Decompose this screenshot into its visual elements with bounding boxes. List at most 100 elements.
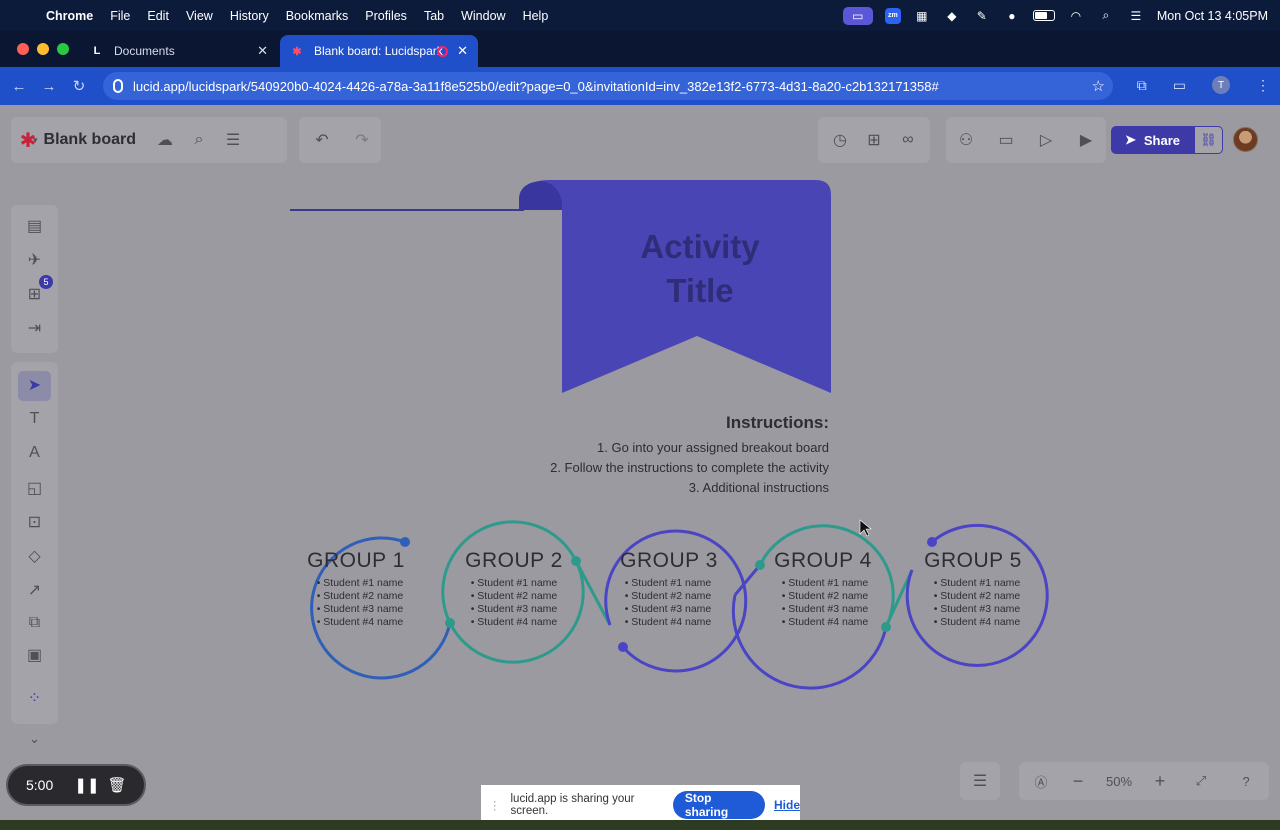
student-name[interactable]: • Student #2 name	[439, 590, 589, 602]
student-name[interactable]: • Student #1 name	[593, 577, 743, 589]
group-title[interactable]: GROUP 1	[281, 549, 431, 573]
instruction-item[interactable]: 1. Go into your assigned breakout board	[440, 440, 829, 455]
menubar-clock[interactable]: Mon Oct 13 4:05PM	[1157, 9, 1268, 23]
github-icon[interactable]: ●	[1003, 9, 1021, 23]
desktop-strip	[0, 820, 1280, 830]
more-menu-icon[interactable]: ⋮	[1256, 77, 1270, 94]
menu-view[interactable]: View	[186, 9, 213, 23]
instruction-item[interactable]: 3. Additional instructions	[440, 480, 829, 495]
instructions-heading[interactable]: Instructions:	[520, 413, 829, 433]
node-dot	[618, 642, 628, 652]
zoom-in-icon[interactable]: +	[1145, 771, 1175, 792]
group-title[interactable]: GROUP 5	[898, 549, 1048, 573]
student-name[interactable]: • Student #3 name	[439, 603, 589, 615]
outline-button[interactable]: ☰	[960, 762, 1000, 800]
sharing-message: lucid.app is sharing your screen.	[510, 793, 635, 817]
control-center-icon[interactable]: ☰	[1127, 9, 1145, 23]
extensions-icon[interactable]: ⧉	[1137, 77, 1147, 94]
lucid-icon: L	[93, 45, 101, 57]
tab-title: Blank board: Lucidspark	[314, 44, 443, 58]
zoom-controls: Ⓐ − 50% + ⤢ ?	[1019, 762, 1269, 800]
tools-icon[interactable]: ✎	[973, 9, 991, 23]
menu-help[interactable]: Help	[523, 9, 549, 23]
screen-share-notification: ⋮ lucid.app is sharing your screen. Stop…	[481, 785, 800, 825]
instruction-item[interactable]: 2. Follow the instructions to complete t…	[440, 460, 829, 475]
forward-icon[interactable]: →	[34, 78, 64, 95]
wifi-icon[interactable]: ◠	[1067, 9, 1085, 23]
menu-history[interactable]: History	[230, 9, 269, 23]
microphone-icon	[113, 79, 123, 93]
minimize-window-button[interactable]	[37, 43, 49, 55]
maximize-window-button[interactable]	[57, 43, 69, 55]
tab-blank-board[interactable]: ✱ Blank board: Lucidspark ✕	[280, 35, 478, 67]
menu-file[interactable]: File	[110, 9, 130, 23]
url-text: lucid.app/lucidspark/540920b0-4024-4426-…	[133, 78, 939, 94]
activity-title-line-1: Activity	[640, 228, 760, 265]
activity-title-line-2: Title	[666, 272, 734, 309]
student-name[interactable]: • Student #2 name	[285, 590, 435, 602]
battery-icon[interactable]	[1032, 10, 1055, 21]
stop-sharing-button[interactable]: Stop sharing	[672, 791, 765, 819]
student-name[interactable]: • Student #2 name	[750, 590, 900, 602]
student-name[interactable]: • Student #1 name	[285, 577, 435, 589]
student-name[interactable]: • Student #2 name	[593, 590, 743, 602]
menu-bookmarks[interactable]: Bookmarks	[286, 9, 349, 23]
student-name[interactable]: • Student #3 name	[285, 603, 435, 615]
student-name[interactable]: • Student #1 name	[902, 577, 1052, 589]
cast-icon[interactable]: ▭	[1173, 77, 1186, 94]
student-name[interactable]: • Student #4 name	[902, 616, 1052, 628]
mouse-cursor-icon	[859, 519, 872, 537]
navigation-mode-icon[interactable]: Ⓐ	[1019, 772, 1063, 791]
menu-tab[interactable]: Tab	[424, 9, 444, 23]
student-name[interactable]: • Student #4 name	[750, 616, 900, 628]
close-tab-icon[interactable]: ✕	[457, 43, 468, 59]
timer-time: 5:00	[26, 777, 54, 793]
close-tab-icon[interactable]: ✕	[257, 43, 268, 59]
group-title[interactable]: GROUP 4	[748, 549, 898, 573]
menu-profiles[interactable]: Profiles	[365, 9, 407, 23]
close-window-button[interactable]	[17, 43, 29, 55]
tab-documents[interactable]: L Documents ✕	[80, 35, 278, 67]
student-name[interactable]: • Student #1 name	[439, 577, 589, 589]
help-icon[interactable]: ?	[1227, 774, 1265, 789]
screen-share-status-icon[interactable]: ▭	[842, 6, 873, 25]
zoom-level[interactable]: 50%	[1093, 774, 1145, 789]
tab-title: Documents	[114, 44, 175, 58]
window-controls	[17, 43, 69, 55]
trash-icon[interactable]: 🗑	[102, 776, 132, 794]
lucidspark-icon: ✱	[292, 45, 302, 58]
lucidspark-app: ✱ ▾ Blank board ☁ ⌕ ☰ ↶ ↷ ◷ ⊞ ∞ ⚇ ▭ ▷ ▶ …	[0, 105, 1280, 820]
fit-to-screen-icon[interactable]: ⤢	[1175, 773, 1227, 789]
node-dot	[927, 537, 937, 547]
student-name[interactable]: • Student #4 name	[285, 616, 435, 628]
student-name[interactable]: • Student #2 name	[902, 590, 1052, 602]
group-title[interactable]: GROUP 3	[594, 549, 744, 573]
zoom-out-icon[interactable]: −	[1063, 771, 1093, 792]
spotlight-search-icon[interactable]: ⌕	[1097, 8, 1115, 23]
back-icon[interactable]: ←	[4, 78, 34, 95]
address-bar[interactable]: lucid.app/lucidspark/540920b0-4024-4426-…	[103, 72, 1113, 100]
zoom-app-icon[interactable]: zm	[884, 7, 901, 24]
film-icon[interactable]: ▦	[913, 9, 931, 23]
pause-icon[interactable]: ❚❚	[72, 776, 102, 794]
student-name[interactable]: • Student #3 name	[593, 603, 743, 615]
student-name[interactable]: • Student #3 name	[750, 603, 900, 615]
reload-icon[interactable]: ↻	[64, 77, 94, 95]
group-title[interactable]: GROUP 2	[439, 549, 589, 573]
student-name[interactable]: • Student #4 name	[439, 616, 589, 628]
gesture-icon[interactable]: ◆	[943, 9, 961, 23]
student-name[interactable]: • Student #4 name	[593, 616, 743, 628]
profile-avatar[interactable]: T	[1212, 76, 1230, 94]
student-name[interactable]: • Student #1 name	[750, 577, 900, 589]
drag-handle-icon[interactable]: ⋮	[489, 798, 501, 812]
student-name[interactable]: • Student #3 name	[902, 603, 1052, 615]
menu-window[interactable]: Window	[461, 9, 505, 23]
recording-icon	[437, 45, 448, 57]
hide-link[interactable]: Hide	[774, 798, 800, 812]
bookmark-star-icon[interactable]: ☆	[1092, 77, 1105, 95]
menu-app-name[interactable]: Chrome	[46, 9, 93, 23]
menu-edit[interactable]: Edit	[147, 9, 169, 23]
browser-tab-strip: L Documents ✕ ✱ Blank board: Lucidspark …	[0, 31, 1280, 88]
activity-title[interactable]: Activity Title	[562, 225, 838, 313]
list-icon: ☰	[972, 773, 988, 790]
